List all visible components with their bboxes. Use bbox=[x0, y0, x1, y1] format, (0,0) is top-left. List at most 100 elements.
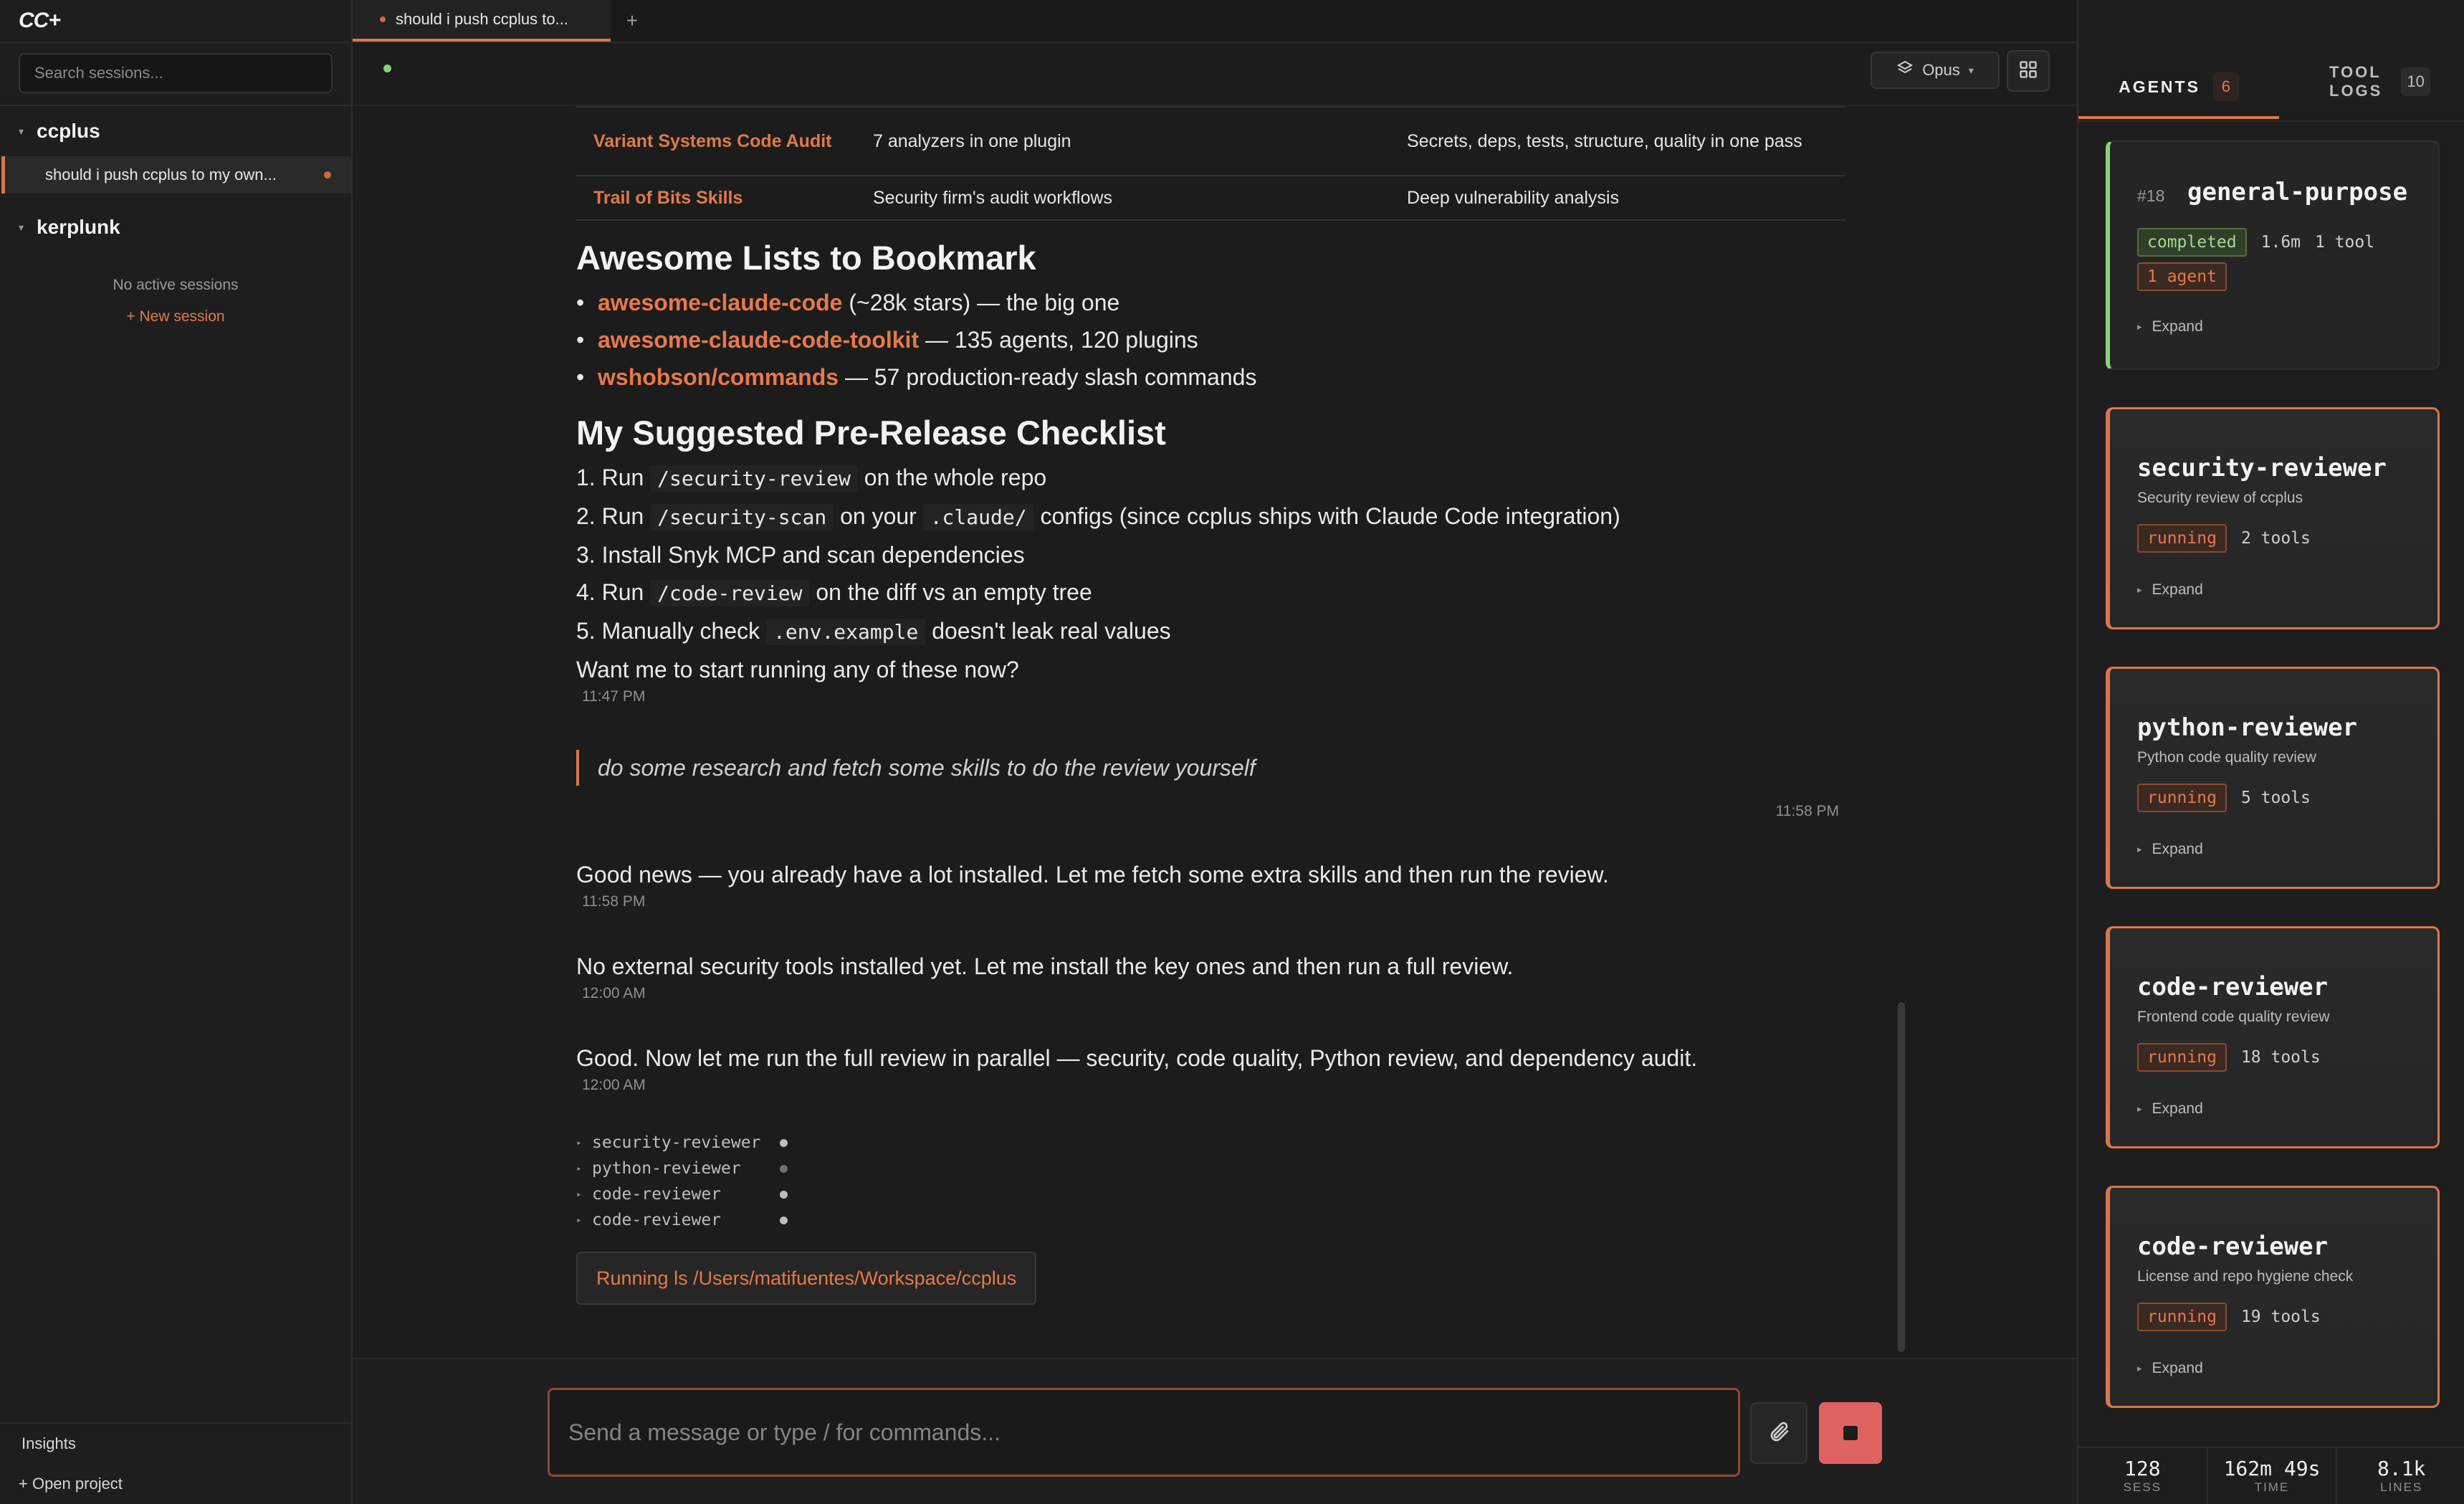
list-item-text: (~28k stars) — the big one bbox=[842, 290, 1120, 315]
table-cell-notes: Deep vulnerability analysis bbox=[1390, 176, 1845, 221]
sidebar-header: CC+ bbox=[0, 0, 351, 43]
expand-label: Expand bbox=[2152, 1360, 2203, 1376]
message-text: Good. Now let me run the full review in … bbox=[576, 1045, 1698, 1071]
agent-tags: running 2 tools bbox=[2137, 524, 2311, 553]
tools-table: Variant Systems Code Audit 7 analyzers i… bbox=[576, 106, 1845, 221]
checklist-item: 2. Run /security-scan on your .claude/ c… bbox=[576, 498, 1845, 536]
message-input[interactable] bbox=[548, 1388, 1740, 1477]
chevron-right-icon: ▸ bbox=[2137, 844, 2142, 855]
list-item-text: — 57 production-ready slash commands bbox=[839, 364, 1257, 390]
checklist: 1. Run /security-review on the whole rep… bbox=[576, 459, 1845, 651]
open-project-link[interactable]: + Open project bbox=[0, 1464, 351, 1504]
count-badge: 10 bbox=[2401, 67, 2430, 96]
status-dot bbox=[780, 1216, 788, 1224]
list-item: • awesome-claude-code-toolkit — 135 agent… bbox=[576, 327, 1198, 353]
chevron-right-icon: ▸ bbox=[576, 1137, 582, 1148]
project-name: ccplus bbox=[37, 120, 100, 142]
layout-toggle-button[interactable] bbox=[2007, 50, 2050, 92]
agent-card[interactable]: code-reviewer License and repo hygiene c… bbox=[2106, 1186, 2440, 1408]
insights-link[interactable]: Insights bbox=[0, 1424, 351, 1464]
tab-tool-logs[interactable]: TOOL LOGS 10 bbox=[2329, 60, 2430, 103]
project-kerplunk[interactable]: ▾ kerplunk bbox=[0, 202, 351, 252]
chevron-down-icon: ▾ bbox=[1968, 64, 1974, 76]
list-link[interactable]: awesome-claude-code bbox=[598, 290, 842, 315]
agent-tags: completed 1.6m 1 tool bbox=[2137, 228, 2374, 257]
tab-status-dot bbox=[380, 16, 386, 22]
agent-card[interactable]: python-reviewer Python code quality revi… bbox=[2106, 667, 2440, 889]
expand-toggle[interactable]: ▸ Expand bbox=[2137, 581, 2203, 599]
model-selector[interactable]: Opus ▾ bbox=[1871, 52, 2000, 89]
tab-agents[interactable]: AGENTS 6 bbox=[2078, 57, 2279, 119]
stop-icon bbox=[1843, 1426, 1858, 1440]
list-link[interactable]: awesome-claude-code-toolkit bbox=[598, 327, 919, 353]
agent-name: code-reviewer bbox=[592, 1185, 722, 1204]
step-number: 3. bbox=[576, 542, 596, 568]
chat-scrollbar[interactable] bbox=[1898, 1002, 1905, 1352]
expand-toggle[interactable]: ▸ Expand bbox=[2137, 1100, 2203, 1118]
agent-duration: 1.6m bbox=[2260, 233, 2301, 252]
expand-toggle[interactable]: ▸ Expand bbox=[2137, 1360, 2203, 1377]
inline-agent-row[interactable]: ▸ python-reviewer bbox=[576, 1156, 1845, 1181]
step-text: Install Snyk MCP and scan dependencies bbox=[601, 542, 1025, 568]
chevron-right-icon: ▸ bbox=[576, 1214, 582, 1226]
agent-subagents: 1 agent bbox=[2137, 262, 2227, 291]
awesome-lists: • awesome-claude-code (~28k stars) — the … bbox=[576, 284, 1845, 396]
attach-button[interactable] bbox=[1750, 1402, 1808, 1464]
step-text: Run bbox=[601, 579, 644, 605]
list-link[interactable]: wshobson/commands bbox=[598, 364, 839, 390]
tab-session[interactable]: should i push ccplus to... bbox=[353, 0, 611, 42]
inline-code: .env.example bbox=[766, 619, 926, 645]
sidebar-footer: Insights + Open project bbox=[0, 1422, 351, 1504]
agent-tags: running 19 tools bbox=[2137, 1303, 2321, 1331]
tool-count: 18 tools bbox=[2240, 1048, 2321, 1067]
agent-name: security-reviewer bbox=[592, 1133, 761, 1152]
tab-label-line: TOOL bbox=[2329, 63, 2382, 81]
step-number: 4. bbox=[576, 579, 596, 605]
chevron-right-icon: ▸ bbox=[2137, 1103, 2142, 1114]
step-text: doesn't leak real values bbox=[932, 618, 1171, 644]
stat-value: 128 bbox=[2124, 1457, 2161, 1480]
agent-card[interactable]: security-reviewer Security review of ccp… bbox=[2106, 407, 2440, 629]
agent-description: Security review of ccplus bbox=[2137, 490, 2303, 506]
assistant-closing: Want me to start running any of these no… bbox=[576, 657, 1019, 682]
empty-sessions-text: No active sessions bbox=[113, 277, 239, 293]
agent-name: general-purpose bbox=[2187, 178, 2408, 206]
table-cell-desc: Security firm's audit workflows bbox=[856, 176, 1390, 221]
status-badge: running bbox=[2137, 1303, 2227, 1331]
search-sessions-input[interactable] bbox=[19, 53, 333, 93]
inline-agent-list: ▸ security-reviewer ▸ python-reviewer ▸ cod… bbox=[576, 1130, 1845, 1233]
new-tab-button[interactable]: + bbox=[611, 0, 654, 42]
stop-button[interactable] bbox=[1819, 1402, 1882, 1464]
chevron-right-icon: ▸ bbox=[576, 1163, 582, 1174]
inline-agent-row[interactable]: ▸ security-reviewer bbox=[576, 1130, 1845, 1156]
grid-icon bbox=[2018, 60, 2038, 83]
stat-sessions: 128 SESS bbox=[2078, 1448, 2208, 1504]
agents-panel: AGENTS 6 TOOL LOGS 10 #18 general-purpose… bbox=[2077, 0, 2464, 1504]
expand-toggle[interactable]: ▸ Expand bbox=[2137, 318, 2203, 335]
project-ccplus[interactable]: ▾ ccplus bbox=[0, 106, 351, 156]
assistant-message: No external security tools installed yet… bbox=[576, 948, 1845, 1002]
step-text: Run bbox=[601, 503, 644, 529]
agent-card[interactable]: #18 general-purpose completed 1.6m 1 too… bbox=[2106, 141, 2440, 370]
session-item-active[interactable]: should i push ccplus to my own... bbox=[1, 156, 351, 194]
checklist-item: 1. Run /security-review on the whole rep… bbox=[576, 459, 1845, 498]
table-row: Variant Systems Code Audit 7 analyzers i… bbox=[576, 106, 1845, 176]
step-text: on the diff vs an empty tree bbox=[816, 579, 1092, 605]
new-session-link[interactable]: + New session bbox=[0, 308, 351, 325]
tab-label: TOOL LOGS bbox=[2329, 63, 2382, 100]
count-badge: 6 bbox=[2212, 72, 2239, 101]
table-cell-notes: Secrets, deps, tests, structure, quality… bbox=[1390, 106, 1845, 176]
inline-agent-row[interactable]: ▸ code-reviewer bbox=[576, 1181, 1845, 1207]
status-dot bbox=[780, 1190, 788, 1199]
agent-name: security-reviewer bbox=[2137, 454, 2387, 482]
tab-bar: should i push ccplus to... + bbox=[353, 0, 2077, 43]
status-badge: running bbox=[2137, 784, 2227, 812]
expand-toggle[interactable]: ▸ Expand bbox=[2137, 841, 2203, 858]
checklist-item: 3. Install Snyk MCP and scan dependencie… bbox=[576, 536, 1845, 573]
agent-description: License and repo hygiene check bbox=[2137, 1268, 2354, 1285]
sidebar: CC+ ▾ ccplus should i push ccplus to my … bbox=[0, 0, 353, 1504]
agent-name: code-reviewer bbox=[2137, 973, 2329, 1001]
paperclip-icon bbox=[1767, 1420, 1790, 1447]
inline-agent-row[interactable]: ▸ code-reviewer bbox=[576, 1207, 1845, 1233]
agent-card[interactable]: code-reviewer Frontend code quality revi… bbox=[2106, 926, 2440, 1148]
